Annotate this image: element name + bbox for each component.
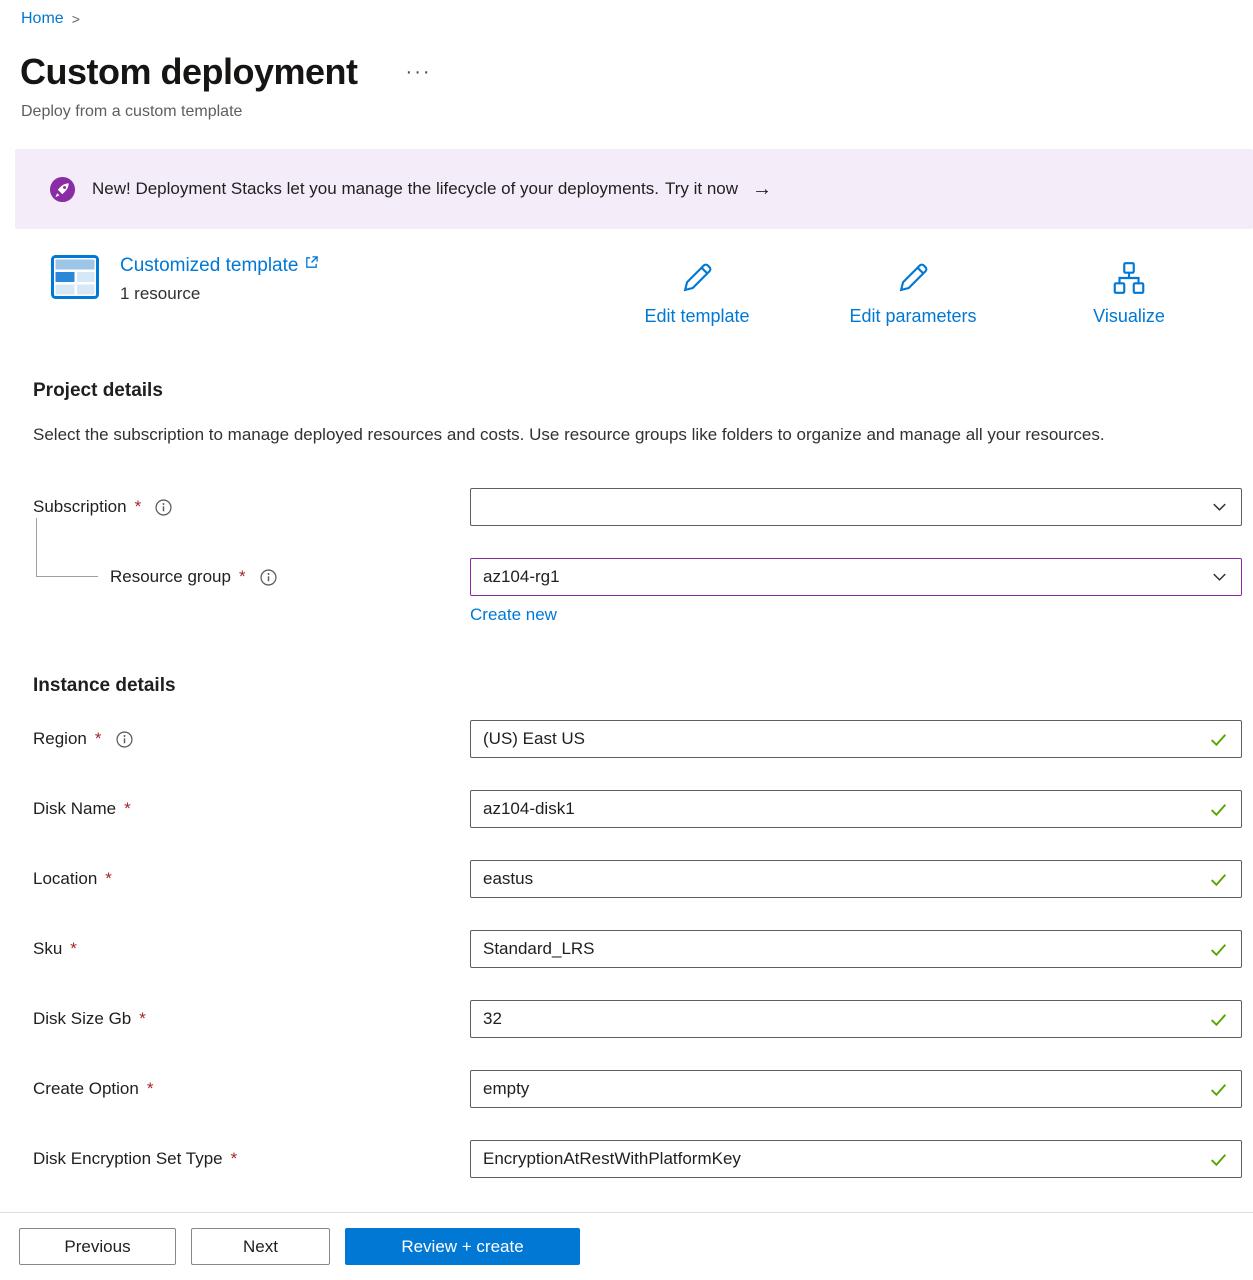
breadcrumb-separator-icon: > (72, 11, 80, 27)
disk-encryption-set-type-input[interactable]: EncryptionAtRestWithPlatformKey (470, 1140, 1242, 1178)
valid-check-icon (1208, 1079, 1229, 1100)
project-details-heading: Project details (33, 379, 1242, 403)
resource-group-label: Resource group (110, 567, 231, 587)
banner-try-it-now-link[interactable]: Try it now (665, 179, 738, 199)
review-create-button[interactable]: Review + create (345, 1228, 580, 1265)
info-icon[interactable] (116, 731, 133, 748)
edit-parameters-button[interactable]: Edit parameters (828, 259, 998, 327)
region-label: Region (33, 729, 87, 749)
next-button[interactable]: Next (191, 1228, 330, 1265)
pencil-icon (894, 259, 932, 297)
disk-encryption-set-type-label: Disk Encryption Set Type (33, 1149, 223, 1169)
valid-check-icon (1208, 1009, 1229, 1030)
required-asterisk: * (124, 799, 131, 819)
custom-deployment-page: Home > Custom deployment ··· Deploy from… (0, 0, 1253, 1280)
sku-input[interactable]: Standard_LRS (470, 930, 1242, 968)
valid-check-icon (1208, 729, 1229, 750)
resource-group-tree-connector (36, 518, 98, 577)
required-asterisk: * (139, 1009, 146, 1029)
template-summary: Customized template 1 resource Edit temp… (0, 255, 1253, 343)
create-new-link[interactable]: Create new (470, 605, 557, 625)
disk-name-label: Disk Name (33, 799, 116, 819)
pencil-icon (678, 259, 716, 297)
location-input[interactable]: eastus (470, 860, 1242, 898)
page-subtitle: Deploy from a custom template (21, 101, 1253, 123)
info-icon[interactable] (260, 569, 277, 586)
valid-check-icon (1208, 1149, 1229, 1170)
subscription-label: Subscription (33, 497, 127, 517)
subscription-select[interactable] (470, 488, 1242, 526)
wizard-footer: Previous Next Review + create (0, 1212, 1253, 1280)
required-asterisk: * (95, 729, 102, 749)
customized-template-link[interactable]: Customized template (120, 255, 319, 277)
template-icon (51, 255, 99, 299)
required-asterisk: * (135, 497, 142, 517)
project-details-description: Select the subscription to manage deploy… (33, 419, 1183, 450)
region-input[interactable]: (US) East US (470, 720, 1242, 758)
disk-size-label: Disk Size Gb (33, 1009, 131, 1029)
resource-group-select[interactable]: az104-rg1 (470, 558, 1242, 596)
create-option-label: Create Option (33, 1079, 139, 1099)
page-title: Custom deployment (20, 50, 358, 94)
required-asterisk: * (70, 939, 77, 959)
announcement-banner: New! Deployment Stacks let you manage th… (15, 149, 1253, 229)
flowchart-icon (1110, 259, 1148, 297)
info-icon[interactable] (155, 499, 172, 516)
previous-button[interactable]: Previous (19, 1228, 176, 1265)
breadcrumb-home-link[interactable]: Home (21, 10, 64, 28)
valid-check-icon (1208, 799, 1229, 820)
arrow-right-icon[interactable]: → (752, 178, 772, 201)
sku-label: Sku (33, 939, 62, 959)
chevron-down-icon (1210, 498, 1229, 517)
breadcrumb: Home > (0, 0, 1253, 28)
rocket-icon (49, 176, 76, 203)
instance-details-heading: Instance details (33, 673, 1242, 699)
visualize-button[interactable]: Visualize (1044, 259, 1214, 327)
required-asterisk: * (239, 567, 246, 587)
create-option-input[interactable]: empty (470, 1070, 1242, 1108)
banner-message: New! Deployment Stacks let you manage th… (92, 179, 659, 199)
edit-template-button[interactable]: Edit template (612, 259, 782, 327)
required-asterisk: * (105, 869, 112, 889)
valid-check-icon (1208, 939, 1229, 960)
external-link-icon (304, 255, 319, 270)
location-label: Location (33, 869, 97, 889)
chevron-down-icon (1210, 568, 1229, 587)
more-options-icon[interactable]: ··· (406, 61, 432, 84)
template-resource-count: 1 resource (120, 284, 319, 304)
disk-name-input[interactable]: az104-disk1 (470, 790, 1242, 828)
valid-check-icon (1208, 869, 1229, 890)
required-asterisk: * (147, 1079, 154, 1099)
required-asterisk: * (231, 1149, 238, 1169)
disk-size-input[interactable]: 32 (470, 1000, 1242, 1038)
